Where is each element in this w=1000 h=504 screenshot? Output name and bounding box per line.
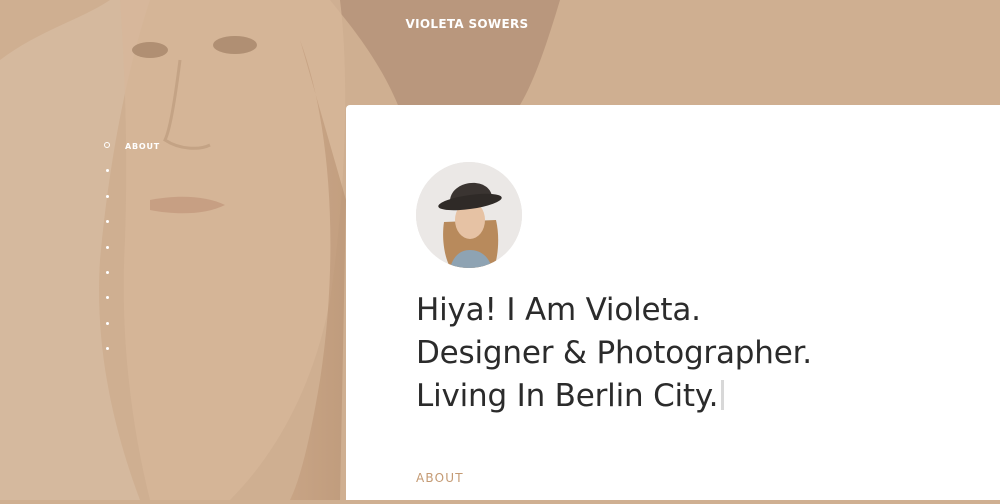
avatar xyxy=(416,162,522,268)
headline-line-3-text: Living In Berlin City. xyxy=(416,378,719,414)
headline-line-1: Hiya! I Am Violeta. xyxy=(416,292,701,328)
nav-dot[interactable] xyxy=(106,270,109,274)
section-label-about: ABOUT xyxy=(416,471,464,485)
nav-dot[interactable] xyxy=(106,321,109,325)
headline-line-3: Living In Berlin City. xyxy=(416,375,976,418)
nav-dot-active[interactable] xyxy=(104,142,110,148)
headline-line-2: Designer & Photographer. xyxy=(416,335,812,371)
typing-cursor xyxy=(721,380,725,410)
nav-dot[interactable] xyxy=(106,245,109,249)
site-title[interactable]: VIOLETA SOWERS xyxy=(0,17,934,31)
hero-headline: Hiya! I Am Violeta. Designer & Photograp… xyxy=(416,289,976,418)
content-card: Hiya! I Am Violeta. Designer & Photograp… xyxy=(346,105,1000,500)
nav-item-label: ABOUT xyxy=(125,142,161,151)
nav-dot[interactable] xyxy=(106,194,109,198)
